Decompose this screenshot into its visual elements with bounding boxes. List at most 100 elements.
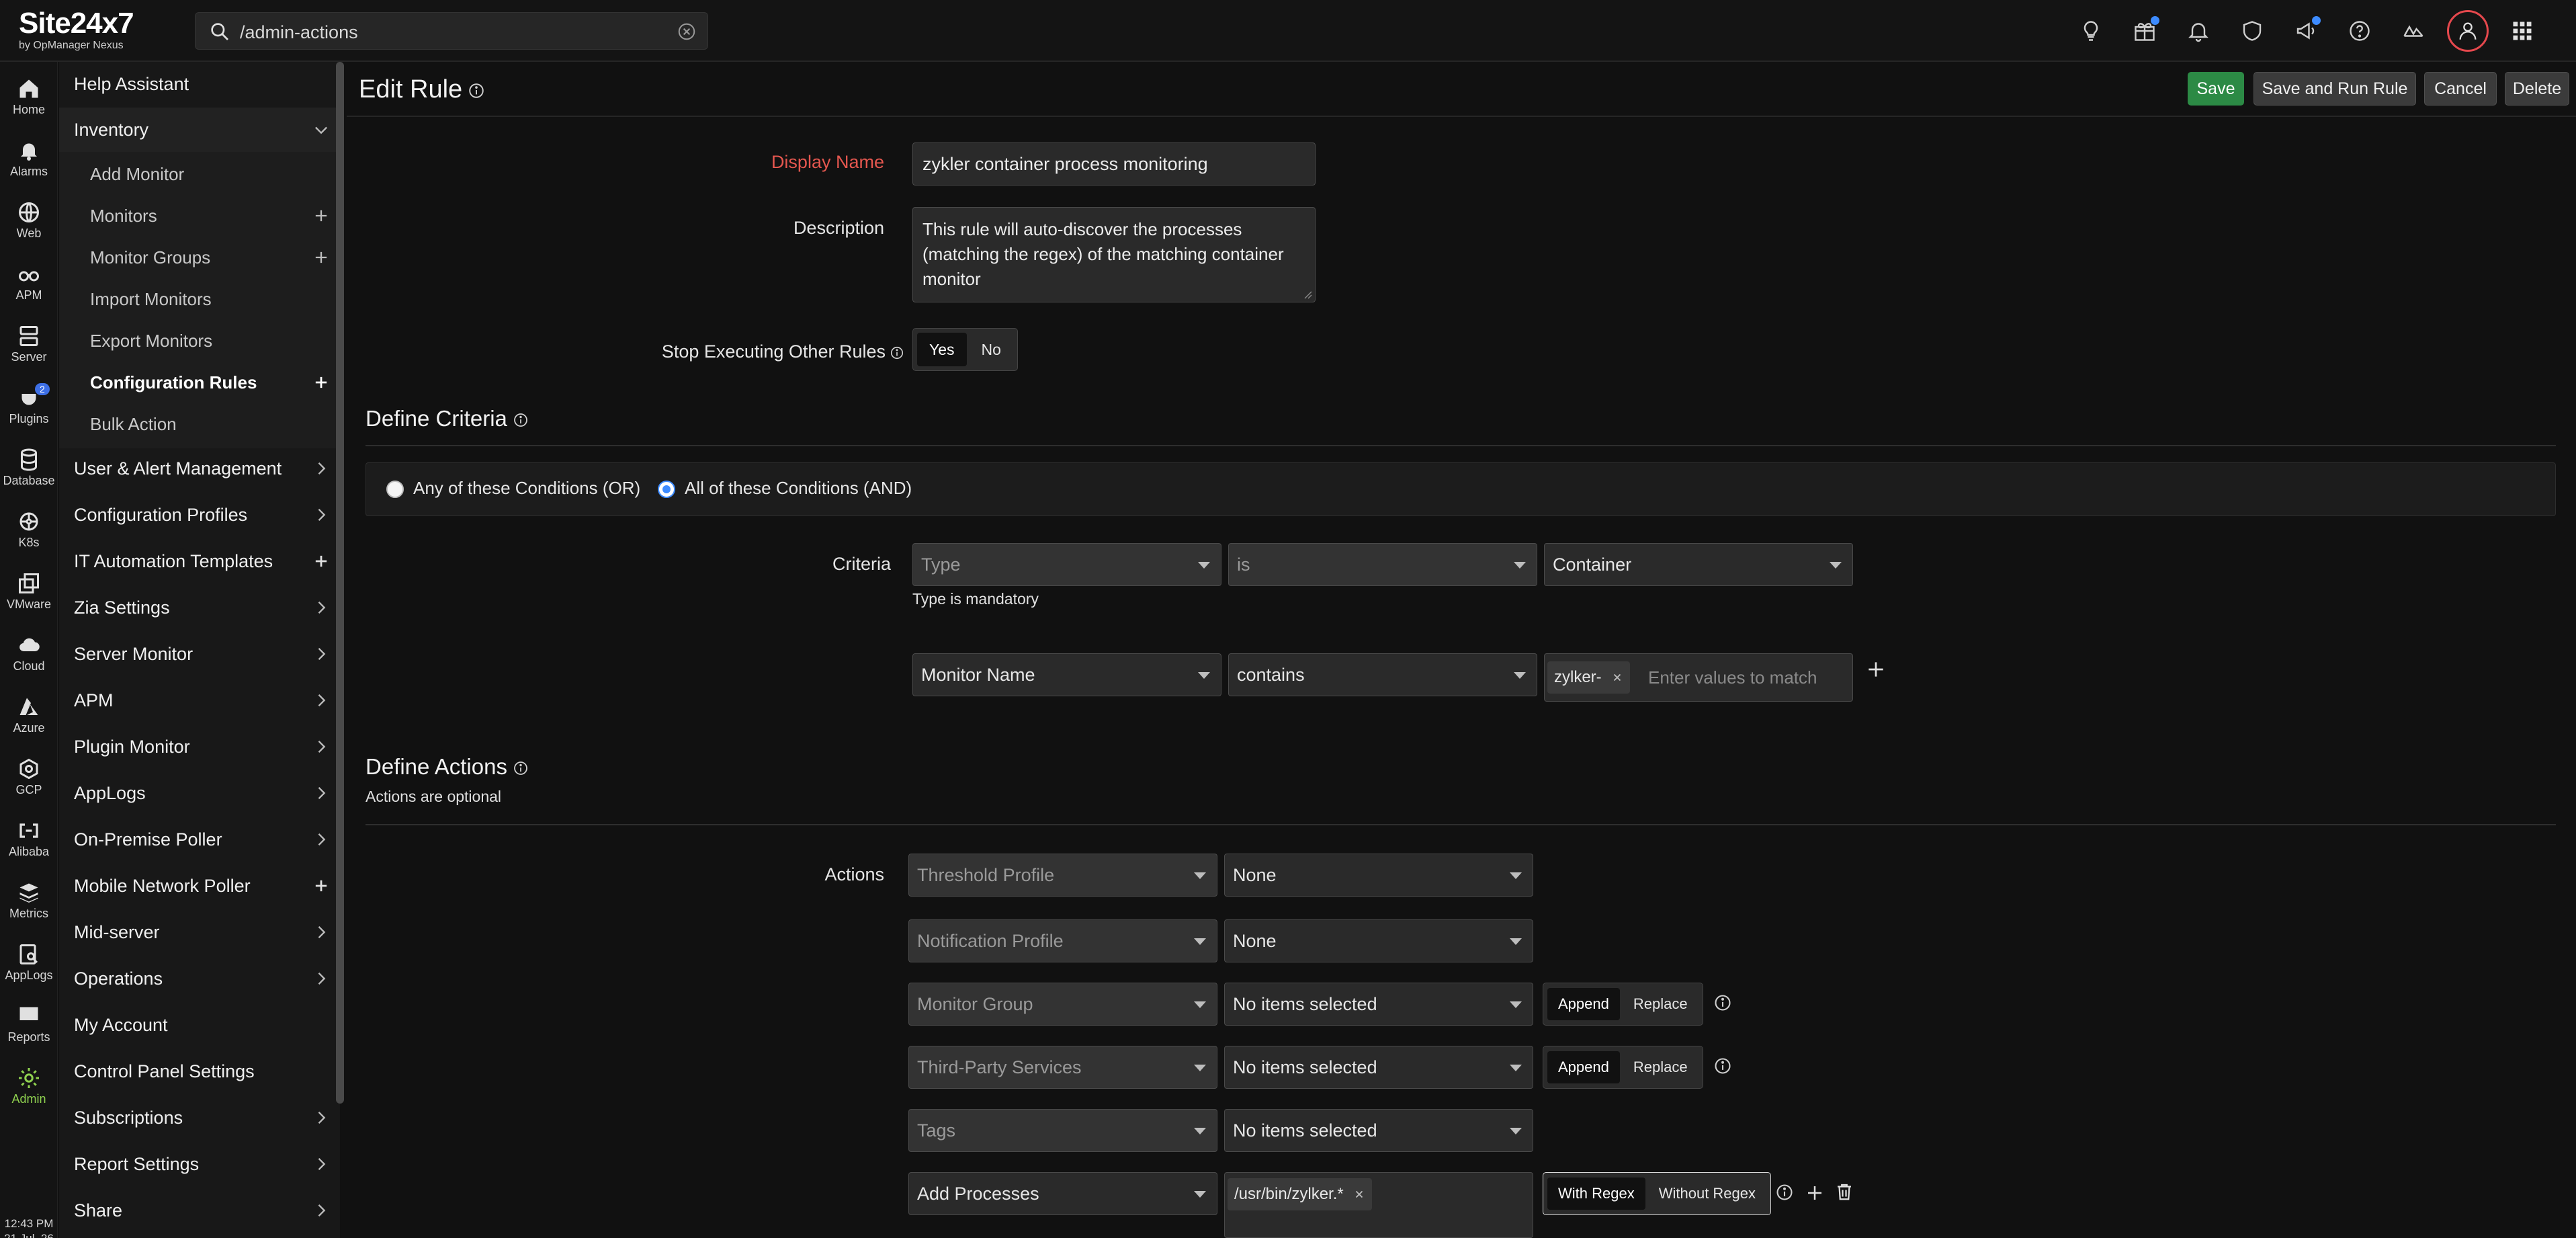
stop-rules-no[interactable]: No — [970, 333, 1013, 366]
and-radio-label[interactable]: All of these Conditions (AND) — [685, 478, 912, 499]
replace-option[interactable]: Replace — [1623, 1051, 1699, 1083]
search-bar[interactable]: /admin-actions — [195, 12, 708, 50]
info-icon[interactable] — [513, 412, 529, 428]
announcements-button[interactable] — [2279, 11, 2333, 51]
menu-configuration-rules[interactable]: Configuration Rules — [59, 360, 340, 405]
save-and-run-button[interactable]: Save and Run Rule — [2253, 72, 2416, 106]
action-tags[interactable]: Tags — [908, 1109, 1217, 1152]
criteria-value-select[interactable]: Container — [1544, 543, 1853, 586]
replace-option[interactable]: Replace — [1623, 988, 1699, 1020]
with-regex-option[interactable]: With Regex — [1547, 1178, 1645, 1210]
menu-share[interactable]: Share — [59, 1188, 340, 1233]
menu-report-settings[interactable]: Report Settings — [59, 1142, 340, 1186]
rail-item-web[interactable]: Web — [0, 195, 58, 250]
menu-server-monitor[interactable]: Server Monitor — [59, 632, 340, 676]
info-icon[interactable] — [468, 82, 485, 99]
zia-button[interactable] — [2387, 11, 2440, 51]
rail-item-metrics[interactable]: Metrics — [0, 875, 58, 930]
action-monitor-group[interactable]: Monitor Group — [908, 983, 1217, 1026]
plus-icon[interactable] — [312, 373, 331, 392]
menu-monitors[interactable]: Monitors — [59, 194, 340, 238]
plus-icon[interactable] — [312, 248, 331, 267]
rail-item-server[interactable]: Server — [0, 319, 58, 374]
info-icon[interactable] — [890, 345, 904, 360]
action-notification-value[interactable]: None — [1224, 919, 1533, 962]
info-icon[interactable] — [513, 760, 529, 776]
process-values-input[interactable]: /usr/bin/zylker.* — [1224, 1172, 1533, 1238]
menu-plugin-monitor[interactable]: Plugin Monitor — [59, 725, 340, 769]
menu-monitor-groups[interactable]: Monitor Groups — [59, 235, 340, 280]
menu-on-premise-poller[interactable]: On-Premise Poller — [59, 817, 340, 862]
menu-inventory[interactable]: Inventory — [59, 108, 340, 152]
without-regex-option[interactable]: Without Regex — [1648, 1178, 1766, 1210]
trash-icon[interactable] — [1834, 1182, 1854, 1202]
action-add-processes[interactable]: Add Processes — [908, 1172, 1217, 1215]
security-button[interactable] — [2225, 11, 2279, 51]
add-process-icon[interactable] — [1805, 1183, 1825, 1203]
rail-item-alarms[interactable]: Alarms — [0, 133, 58, 188]
or-radio-label[interactable]: Any of these Conditions (OR) — [413, 478, 640, 499]
menu-it-automation-templates[interactable]: IT Automation Templates — [59, 539, 340, 583]
menu-mid-server[interactable]: Mid-server — [59, 910, 340, 954]
menu-my-account[interactable]: My Account — [59, 1003, 340, 1047]
site24x7-logo[interactable]: Site24x7 by OpManager Nexus — [19, 8, 160, 55]
menu-add-monitor[interactable]: Add Monitor — [59, 152, 340, 196]
save-button[interactable]: Save — [2188, 72, 2244, 106]
delete-button[interactable]: Delete — [2505, 72, 2569, 106]
info-icon[interactable] — [1713, 993, 1732, 1012]
stop-rules-yes[interactable]: Yes — [917, 333, 967, 366]
close-icon[interactable] — [1611, 671, 1623, 684]
menu-control-panel-settings[interactable]: Control Panel Settings — [59, 1049, 340, 1093]
user-avatar[interactable] — [2447, 10, 2489, 52]
action-notification-profile[interactable]: Notification Profile — [908, 919, 1217, 962]
menu-zia-settings[interactable]: Zia Settings — [59, 585, 340, 630]
rail-item-vmware[interactable]: VMware — [0, 566, 58, 621]
menu-configuration-profiles[interactable]: Configuration Profiles — [59, 493, 340, 537]
append-option[interactable]: Append — [1547, 1051, 1620, 1083]
rail-item-gcp[interactable]: GCP — [0, 751, 58, 807]
rail-item-database[interactable]: Database — [0, 442, 58, 497]
menu-bulk-action[interactable]: Bulk Action — [59, 402, 340, 446]
notifications-button[interactable] — [2172, 11, 2225, 51]
search-input[interactable]: /admin-actions — [240, 22, 358, 43]
and-radio[interactable] — [658, 481, 675, 498]
cancel-button[interactable]: Cancel — [2424, 72, 2497, 106]
criteria-operator-select[interactable]: is — [1228, 543, 1537, 586]
app-launcher-button[interactable] — [2495, 11, 2549, 51]
action-third-party-value[interactable]: No items selected — [1224, 1046, 1533, 1089]
menu-mobile-network-poller[interactable]: Mobile Network Poller — [59, 864, 340, 908]
menu-applogs[interactable]: AppLogs — [59, 771, 340, 815]
or-radio[interactable] — [386, 481, 404, 498]
display-name-input[interactable]: zykler container process monitoring — [912, 142, 1316, 185]
rail-item-plugins[interactable]: 2 Plugins — [0, 380, 58, 436]
resize-handle-icon[interactable] — [1301, 288, 1312, 299]
criteria-field-select[interactable]: Type — [912, 543, 1221, 586]
action-threshold-profile[interactable]: Threshold Profile — [908, 854, 1217, 897]
menu-apm[interactable]: APM — [59, 678, 340, 723]
description-textarea[interactable]: This rule will auto-discover the process… — [912, 207, 1316, 302]
menu-help-assistant[interactable]: Help Assistant — [59, 62, 340, 106]
menu-import-monitors[interactable]: Import Monitors — [59, 277, 340, 321]
rail-item-k8s[interactable]: K8s — [0, 504, 58, 559]
criteria-values-input[interactable]: zylker- Enter values to match — [1544, 653, 1853, 702]
rail-item-applogs[interactable]: AppLogs — [0, 937, 58, 992]
menu-user-alert-management[interactable]: User & Alert Management — [59, 446, 340, 491]
menu-subscriptions[interactable]: Subscriptions — [59, 1096, 340, 1140]
criteria-field-select-2[interactable]: Monitor Name — [912, 653, 1221, 696]
rail-item-admin[interactable]: Admin — [0, 1061, 58, 1116]
menu-operations[interactable]: Operations — [59, 956, 340, 1001]
menu-scrollbar[interactable] — [336, 62, 344, 1104]
plus-icon[interactable] — [312, 552, 331, 571]
action-tags-value[interactable]: No items selected — [1224, 1109, 1533, 1152]
menu-export-monitors[interactable]: Export Monitors — [59, 319, 340, 363]
criteria-operator-select-2[interactable]: contains — [1228, 653, 1537, 696]
action-monitor-group-value[interactable]: No items selected — [1224, 983, 1533, 1026]
rail-item-cloud[interactable]: Cloud — [0, 628, 58, 683]
rail-item-alibaba[interactable]: Alibaba — [0, 813, 58, 868]
help-button[interactable] — [2333, 11, 2387, 51]
plus-icon[interactable] — [312, 206, 331, 225]
append-option[interactable]: Append — [1547, 988, 1620, 1020]
whats-new-button[interactable] — [2118, 11, 2172, 51]
action-threshold-value[interactable]: None — [1224, 854, 1533, 897]
plus-icon[interactable] — [312, 876, 331, 895]
